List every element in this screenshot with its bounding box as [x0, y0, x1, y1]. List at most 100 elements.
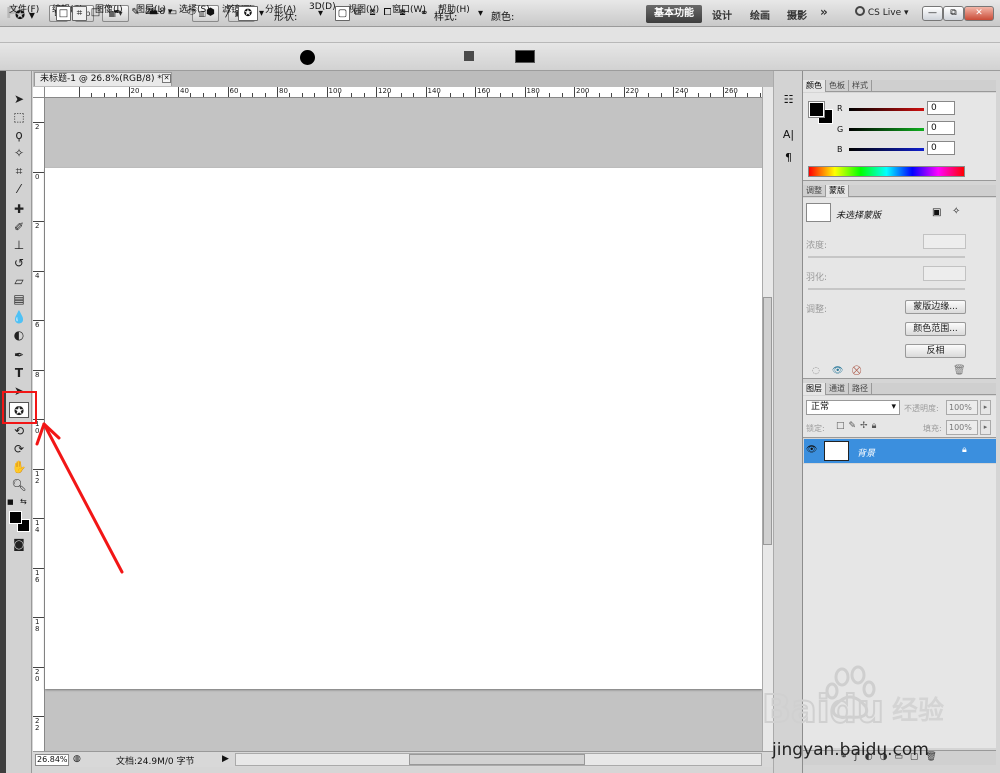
workspace-painting[interactable]: 绘画: [750, 7, 770, 22]
ellipse-icon[interactable]: ⬭: [184, 6, 199, 21]
delete-mask-icon[interactable]: 🗑︎: [953, 365, 966, 376]
tab-color[interactable]: 颜色: [803, 80, 826, 92]
apply-mask-icon[interactable]: 👁: [832, 366, 843, 376]
type-tool-icon[interactable]: T: [9, 365, 29, 381]
workspace-design[interactable]: 设计: [712, 7, 732, 22]
exclude-area-icon[interactable]: ⧇: [395, 6, 410, 21]
invert-button[interactable]: 反相: [905, 344, 966, 358]
lock-icons[interactable]: □✎✢🔒︎: [836, 421, 880, 431]
document-tab[interactable]: 未标题-1 @ 26.8%(RGB/8) *: [34, 72, 172, 86]
tool-preset-picker[interactable]: ✪ ▾: [15, 8, 35, 22]
history-panel-icon[interactable]: ☷: [781, 92, 796, 107]
crop-tool-icon[interactable]: ⌗: [9, 163, 29, 179]
channel-g-slider[interactable]: [849, 128, 924, 131]
status-menu-icon[interactable]: ◍: [73, 754, 81, 764]
eraser-tool-icon[interactable]: ▱: [9, 273, 29, 289]
quick-mask-icon[interactable]: ◙: [9, 536, 29, 552]
quick-selection-tool-icon[interactable]: ✧: [9, 145, 29, 161]
tab-adjustments[interactable]: 调整: [803, 185, 826, 197]
character-panel-icon[interactable]: A|: [781, 127, 796, 142]
blend-mode-dropdown[interactable]: 正常 ▾: [806, 400, 900, 415]
disable-mask-icon[interactable]: ⛒: [852, 366, 861, 376]
hand-tool-icon[interactable]: ✋: [9, 459, 29, 475]
clone-stamp-tool-icon[interactable]: ⊥: [9, 237, 29, 253]
style-swatch[interactable]: [464, 51, 474, 61]
blur-tool-icon[interactable]: 💧: [9, 309, 29, 325]
3d-orbit-tool-icon[interactable]: ⟳: [9, 441, 29, 457]
load-selection-icon[interactable]: ◌: [812, 366, 820, 376]
custom-shape-icon[interactable]: ✪: [238, 6, 258, 21]
color-swatch[interactable]: [515, 50, 535, 63]
vector-mask-icon[interactable]: ✧: [952, 206, 960, 217]
panel-foreground-swatch[interactable]: [808, 101, 825, 118]
workspace-essentials[interactable]: 基本功能: [646, 5, 702, 23]
history-brush-tool-icon[interactable]: ↺: [9, 255, 29, 271]
tab-swatches[interactable]: 色板: [826, 80, 849, 92]
channel-r-value[interactable]: 0: [927, 101, 955, 115]
paragraph-panel-icon[interactable]: ¶: [781, 150, 796, 165]
tab-masks[interactable]: 蒙版: [826, 185, 849, 197]
foreground-color-swatch[interactable]: [9, 511, 22, 524]
pen-icon[interactable]: ✒: [110, 6, 125, 21]
rounded-rectangle-icon[interactable]: ▭: [165, 6, 180, 21]
restore-button[interactable]: ⧉: [943, 6, 964, 21]
channel-b-value[interactable]: 0: [927, 141, 955, 155]
document-canvas[interactable]: [45, 168, 762, 689]
tab-styles[interactable]: 样式: [849, 80, 872, 92]
close-icon[interactable]: ✕: [964, 6, 994, 21]
gradient-tool-icon[interactable]: ▤: [9, 291, 29, 307]
style-picker-arrow[interactable]: ▾: [478, 8, 483, 19]
zoom-percent-field[interactable]: 26.84%: [35, 754, 69, 766]
add-to-area-icon[interactable]: ⧉: [350, 6, 365, 21]
color-range-button[interactable]: 颜色范围...: [905, 322, 966, 336]
channel-g-value[interactable]: 0: [927, 121, 955, 135]
pixel-mask-icon[interactable]: ▣: [932, 207, 941, 218]
mask-edge-button[interactable]: 蒙版边缘...: [905, 300, 966, 314]
shape-preview[interactable]: [300, 50, 315, 65]
layer-name[interactable]: 背景: [857, 446, 875, 459]
tab-paths[interactable]: 路径: [849, 383, 872, 395]
zoom-tool-icon[interactable]: 🔍︎: [9, 477, 29, 493]
opacity-field[interactable]: 100%: [946, 400, 978, 415]
intersect-area-icon[interactable]: ⧠: [380, 6, 395, 21]
more-workspaces-button[interactable]: »: [820, 5, 828, 19]
cs-live-button[interactable]: CS Live ▾: [855, 4, 909, 23]
geometry-options-arrow[interactable]: ▾: [259, 8, 264, 19]
status-arrow-icon[interactable]: ▶: [222, 754, 229, 764]
freeform-pen-icon[interactable]: ✎: [128, 6, 143, 21]
swap-colors-icon[interactable]: ⇆: [20, 497, 27, 506]
shape-layers-icon[interactable]: □: [56, 6, 71, 21]
fill-pixels-icon[interactable]: □: [88, 6, 103, 21]
ruler-origin[interactable]: [33, 87, 45, 98]
paths-icon[interactable]: ⌗: [72, 6, 87, 21]
line-icon[interactable]: ╱: [221, 6, 236, 21]
marquee-tool-icon[interactable]: ⬚: [9, 109, 29, 125]
pen-tool-icon[interactable]: ✒: [9, 347, 29, 363]
horizontal-scroll-thumb[interactable]: [409, 754, 585, 765]
brush-tool-icon[interactable]: ✐: [9, 219, 29, 235]
healing-brush-tool-icon[interactable]: ✚: [9, 201, 29, 217]
channel-b-slider[interactable]: [849, 148, 924, 151]
channel-r-slider[interactable]: [849, 108, 924, 111]
vertical-scroll-thumb[interactable]: [763, 297, 772, 545]
workspace-photography[interactable]: 摄影: [787, 7, 807, 22]
horizontal-ruler[interactable]: 20406080100120140160180200220240260280: [45, 87, 762, 98]
opacity-arrow-icon[interactable]: ▸: [980, 400, 991, 415]
dodge-tool-icon[interactable]: ◐: [9, 327, 29, 343]
3d-rotate-tool-icon[interactable]: ⟲: [9, 423, 29, 439]
eyedropper-tool-icon[interactable]: ⁄: [9, 181, 29, 197]
polygon-icon[interactable]: ⬢: [203, 6, 218, 21]
close-tab-icon[interactable]: ✕: [162, 74, 171, 83]
link-icon[interactable]: ⚭: [420, 8, 428, 19]
subtract-area-icon[interactable]: ⧈: [365, 6, 380, 21]
layer-visibility-eye-icon[interactable]: 👁: [806, 445, 817, 455]
default-colors-icon[interactable]: ■: [7, 498, 14, 506]
color-spectrum-bar[interactable]: [808, 166, 965, 177]
shape-picker-arrow[interactable]: ▾: [318, 8, 323, 19]
tab-layers[interactable]: 图层: [803, 383, 826, 395]
fill-field[interactable]: 100%: [946, 420, 978, 435]
minimize-button[interactable]: —: [922, 6, 943, 21]
rectangle-icon[interactable]: ▬: [146, 6, 161, 21]
new-layer-icon[interactable]: ▢: [335, 6, 350, 21]
fill-arrow-icon[interactable]: ▸: [980, 420, 991, 435]
